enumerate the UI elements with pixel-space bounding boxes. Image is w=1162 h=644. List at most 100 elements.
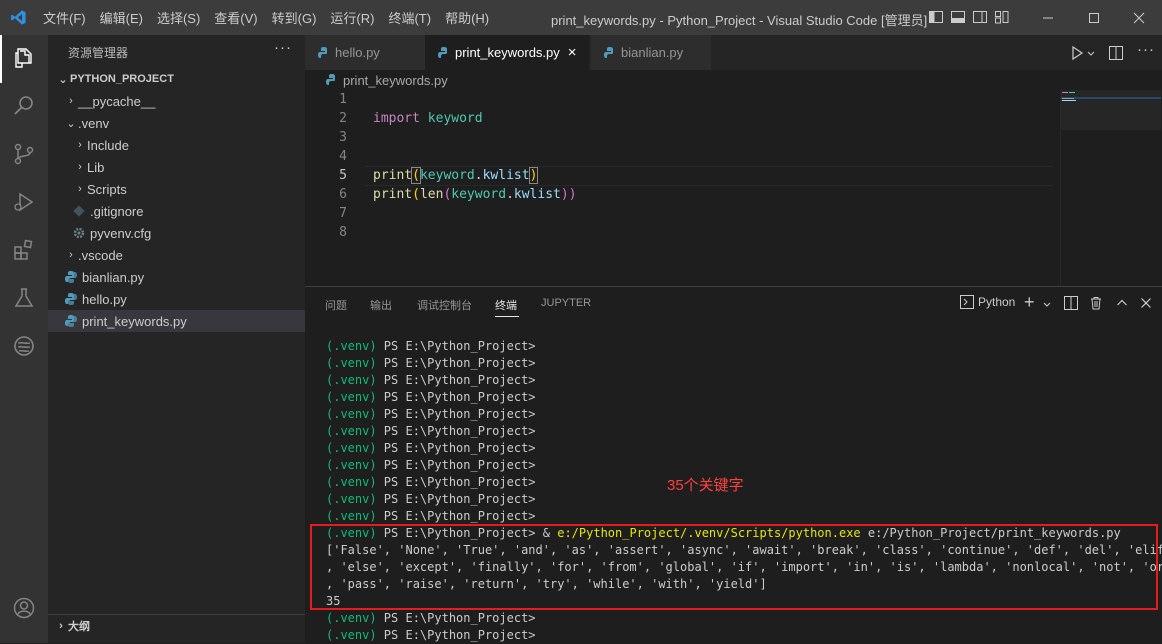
chevron-right-icon: › [69,95,73,107]
toggle-secondary-sidebar-icon[interactable] [972,9,988,25]
tree-item-pyvenv-cfg[interactable]: pyvenv.cfg [48,222,305,244]
tree-item-label: __pycache__ [78,93,156,109]
chevron-down-icon[interactable] [1042,300,1052,310]
code-line-2: import keyword [373,111,483,126]
tree-item-pycache[interactable]: › __pycache__ [48,90,305,112]
bracket: ) [528,167,539,184]
minimize-icon [1043,17,1053,18]
tree-item-label: Scripts [87,181,127,197]
close-window-button[interactable] [1116,0,1162,35]
project-root[interactable]: ⌄ PYTHON_PROJECT [48,68,305,90]
minimap[interactable] [1060,90,1162,286]
terminal-prompt-line: (.venv) PS E:\Python_Project> [326,373,536,387]
module-name: keyword [451,187,507,202]
tab-terminal[interactable]: 终端 [495,297,517,313]
bracket: )) [560,187,577,202]
source-control-icon[interactable] [12,142,36,166]
dot: . [506,187,514,202]
code-editor[interactable]: 1 2 3 4 5 6 7 8 import keyword print(key… [305,90,1162,286]
run-python-icon[interactable] [1069,45,1085,61]
tab-print-keywords[interactable]: print_keywords.py × [425,35,589,70]
tab-bianlian[interactable]: bianlian.py [591,35,711,70]
tree-item-hello[interactable]: hello.py [48,288,305,310]
line-number: 2 [339,111,347,126]
menu-view[interactable]: 查看(V) [207,8,264,27]
chevron-right-icon: › [78,183,82,195]
tree-item-vscode[interactable]: › .vscode [48,244,305,266]
tree-item-scripts[interactable]: › Scripts [48,178,305,200]
terminal-icon [960,295,974,309]
menu-run[interactable]: 运行(R) [323,8,381,27]
menu-bar: 文件(F) 编辑(E) 选择(S) 查看(V) 转到(G) 运行(R) 终端(T… [36,0,496,35]
split-editor-icon[interactable] [1108,45,1124,61]
chevron-down-icon: ⌄ [58,73,68,86]
more-actions-icon[interactable]: ··· [274,39,292,56]
tree-item-venv[interactable]: ⌄ .venv [48,112,305,134]
code-line-6: print(len(keyword.kwlist)) [373,187,577,202]
split-terminal-icon[interactable] [1064,296,1078,310]
tab-problems[interactable]: 问题 [325,297,347,313]
menu-selection[interactable]: 选择(S) [150,8,207,27]
attribute: kwlist [513,187,561,202]
terminal-prompt-line: (.venv) PS E:\Python_Project> [326,441,536,455]
line-number: 8 [339,225,347,240]
menu-file[interactable]: 文件(F) [36,8,93,27]
close-panel-icon[interactable] [1140,297,1152,309]
toggle-panel-icon[interactable] [950,9,966,25]
terminal-prompt-line: (.venv) PS E:\Python_Project> [326,475,536,489]
menu-help[interactable]: 帮助(H) [438,8,496,27]
testing-icon[interactable] [12,286,36,310]
explorer-icon[interactable] [12,46,36,70]
dot: . [474,168,483,183]
close-icon [1133,12,1145,23]
line-number: 7 [339,206,347,221]
tree-item-lib[interactable]: › Lib [48,156,305,178]
tree-item-label: .venv [78,115,110,131]
python-file-icon [326,74,335,85]
terminal-selector[interactable]: Python [960,295,1015,309]
new-terminal-icon[interactable]: + [1024,292,1035,313]
terminal-prompt-line: (.venv) PS E:\Python_Project> [326,509,536,523]
python-file-icon [65,271,77,283]
breadcrumb[interactable]: print_keywords.py [305,70,448,90]
search-icon[interactable] [12,94,36,118]
tab-debug-console[interactable]: 调试控制台 [417,297,472,313]
more-actions-icon[interactable]: ··· [1137,41,1155,58]
tree-item-label: pyvenv.cfg [90,225,152,241]
tree-item-gitignore[interactable]: .gitignore [48,200,305,222]
extensions-icon[interactable] [12,238,36,262]
menu-terminal[interactable]: 终端(T) [381,8,438,27]
run-debug-icon[interactable] [12,190,36,214]
tree-item-bianlian[interactable]: bianlian.py [48,266,305,288]
layout-controls [928,9,1010,25]
outline-section[interactable]: › 大纲 [48,614,305,637]
minimize-button[interactable] [1025,0,1071,35]
maximize-button[interactable] [1071,0,1117,35]
toggle-sidebar-icon[interactable] [928,9,944,25]
attribute: kwlist [482,168,530,183]
tab-output[interactable]: 输出 [370,297,392,313]
function-name: len [419,187,444,202]
line-number: 5 [339,168,347,183]
remote-explorer-icon[interactable] [12,334,36,358]
terminal-prompt-line: (.venv) PS E:\Python_Project> [326,611,536,625]
maximize-icon [1089,12,1099,23]
tree-item-print-keywords[interactable]: print_keywords.py [48,310,305,332]
trash-icon[interactable] [1089,296,1103,310]
menu-edit[interactable]: 编辑(E) [93,8,150,27]
account-icon[interactable] [12,596,36,620]
tree-item-label: .vscode [78,247,123,263]
menu-go[interactable]: 转到(G) [265,8,324,27]
tree-item-label: print_keywords.py [82,313,187,329]
close-tab-icon[interactable]: × [568,44,577,61]
customize-layout-icon[interactable] [994,9,1010,25]
tree-item-include[interactable]: › Include [48,134,305,156]
line-number: 1 [339,92,347,107]
gitignore-file-icon [73,205,85,217]
tab-hello[interactable]: hello.py [305,35,425,70]
chevron-down-icon[interactable] [1086,49,1096,59]
chevron-up-icon[interactable] [1116,297,1128,309]
vscode-logo-icon [11,10,26,25]
tab-jupyter[interactable]: JUPYTER [541,297,591,309]
tab-label: bianlian.py [621,45,684,60]
